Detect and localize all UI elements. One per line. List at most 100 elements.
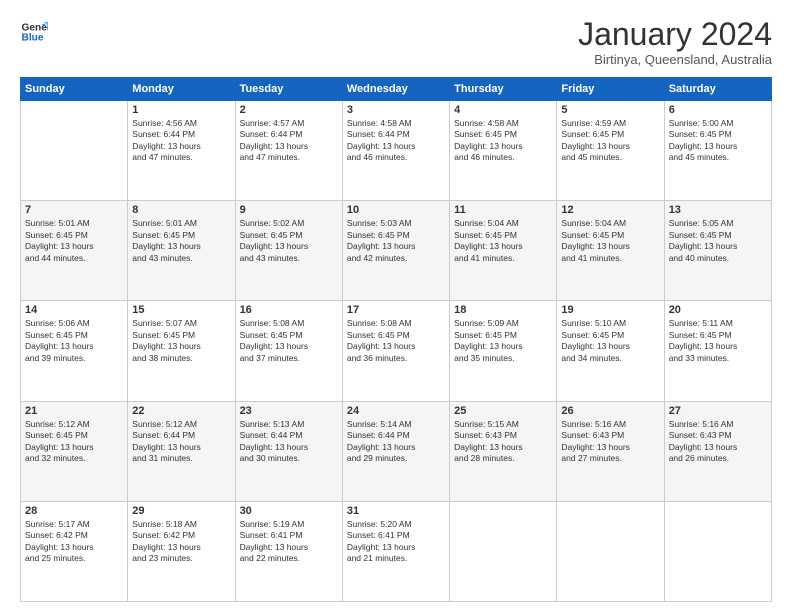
header: General Blue January 2024 Birtinya, Quee…	[20, 18, 772, 67]
table-row	[557, 501, 664, 601]
table-row: 13 Sunrise: 5:05 AM Sunset: 6:45 PM Dayli…	[664, 201, 771, 301]
day-number: 15	[132, 304, 230, 316]
day-info: Sunrise: 5:08 AM Sunset: 6:45 PM Dayligh…	[240, 318, 338, 364]
day-info: Sunrise: 5:09 AM Sunset: 6:45 PM Dayligh…	[454, 318, 552, 364]
day-number: 14	[25, 304, 123, 316]
day-number: 27	[669, 405, 767, 417]
location: Birtinya, Queensland, Australia	[578, 52, 772, 67]
table-row: 24 Sunrise: 5:14 AM Sunset: 6:44 PM Dayli…	[342, 401, 449, 501]
day-number: 17	[347, 304, 445, 316]
day-number: 5	[561, 104, 659, 116]
day-info: Sunrise: 5:20 AM Sunset: 6:41 PM Dayligh…	[347, 519, 445, 565]
col-tuesday: Tuesday	[235, 78, 342, 101]
table-row: 9 Sunrise: 5:02 AM Sunset: 6:45 PM Daylig…	[235, 201, 342, 301]
calendar-week-row: 14 Sunrise: 5:06 AM Sunset: 6:45 PM Dayli…	[21, 301, 772, 401]
day-info: Sunrise: 4:57 AM Sunset: 6:44 PM Dayligh…	[240, 118, 338, 164]
table-row: 10 Sunrise: 5:03 AM Sunset: 6:45 PM Dayli…	[342, 201, 449, 301]
day-number: 31	[347, 505, 445, 517]
day-number: 26	[561, 405, 659, 417]
day-number: 24	[347, 405, 445, 417]
day-info: Sunrise: 4:58 AM Sunset: 6:44 PM Dayligh…	[347, 118, 445, 164]
day-number: 6	[669, 104, 767, 116]
day-number: 25	[454, 405, 552, 417]
day-number: 21	[25, 405, 123, 417]
day-number: 1	[132, 104, 230, 116]
day-info: Sunrise: 5:19 AM Sunset: 6:41 PM Dayligh…	[240, 519, 338, 565]
day-info: Sunrise: 5:05 AM Sunset: 6:45 PM Dayligh…	[669, 218, 767, 264]
day-number: 16	[240, 304, 338, 316]
logo-icon: General Blue	[20, 18, 48, 46]
table-row: 20Sunrise: 5:11 AM Sunset: 6:45 PM Dayli…	[664, 301, 771, 401]
table-row: 4 Sunrise: 4:58 AM Sunset: 6:45 PM Daylig…	[450, 101, 557, 201]
table-row: 1 Sunrise: 4:56 AM Sunset: 6:44 PM Daylig…	[128, 101, 235, 201]
svg-text:Blue: Blue	[22, 33, 44, 44]
day-number: 9	[240, 204, 338, 216]
calendar-week-row: 28Sunrise: 5:17 AM Sunset: 6:42 PM Dayli…	[21, 501, 772, 601]
table-row: 6 Sunrise: 5:00 AM Sunset: 6:45 PM Daylig…	[664, 101, 771, 201]
day-info: Sunrise: 5:15 AM Sunset: 6:43 PM Dayligh…	[454, 419, 552, 465]
table-row	[450, 501, 557, 601]
day-number: 30	[240, 505, 338, 517]
table-row: 18 Sunrise: 5:09 AM Sunset: 6:45 PM Dayli…	[450, 301, 557, 401]
day-info: Sunrise: 5:07 AM Sunset: 6:45 PM Dayligh…	[132, 318, 230, 364]
table-row: 2Sunrise: 4:57 AM Sunset: 6:44 PM Daylig…	[235, 101, 342, 201]
title-block: January 2024 Birtinya, Queensland, Austr…	[578, 18, 772, 67]
day-info: Sunrise: 5:06 AM Sunset: 6:45 PM Dayligh…	[25, 318, 123, 364]
table-row: 8Sunrise: 5:01 AM Sunset: 6:45 PM Daylig…	[128, 201, 235, 301]
day-info: Sunrise: 5:10 AM Sunset: 6:45 PM Dayligh…	[561, 318, 659, 364]
table-row: 5 Sunrise: 4:59 AM Sunset: 6:45 PM Daylig…	[557, 101, 664, 201]
day-info: Sunrise: 5:01 AM Sunset: 6:45 PM Dayligh…	[25, 218, 123, 264]
table-row: 26 Sunrise: 5:16 AM Sunset: 6:43 PM Dayli…	[557, 401, 664, 501]
day-info: Sunrise: 5:16 AM Sunset: 6:43 PM Dayligh…	[669, 419, 767, 465]
table-row: 25 Sunrise: 5:15 AM Sunset: 6:43 PM Dayli…	[450, 401, 557, 501]
table-row: 31 Sunrise: 5:20 AM Sunset: 6:41 PM Dayli…	[342, 501, 449, 601]
day-info: Sunrise: 5:08 AM Sunset: 6:45 PM Dayligh…	[347, 318, 445, 364]
day-info: Sunrise: 5:13 AM Sunset: 6:44 PM Dayligh…	[240, 419, 338, 465]
table-row: 11Sunrise: 5:04 AM Sunset: 6:45 PM Dayli…	[450, 201, 557, 301]
table-row: 23Sunrise: 5:13 AM Sunset: 6:44 PM Dayli…	[235, 401, 342, 501]
day-info: Sunrise: 5:04 AM Sunset: 6:45 PM Dayligh…	[561, 218, 659, 264]
col-wednesday: Wednesday	[342, 78, 449, 101]
day-info: Sunrise: 5:00 AM Sunset: 6:45 PM Dayligh…	[669, 118, 767, 164]
day-number: 4	[454, 104, 552, 116]
day-number: 29	[132, 505, 230, 517]
day-info: Sunrise: 5:12 AM Sunset: 6:45 PM Dayligh…	[25, 419, 123, 465]
day-info: Sunrise: 5:18 AM Sunset: 6:42 PM Dayligh…	[132, 519, 230, 565]
day-number: 19	[561, 304, 659, 316]
day-info: Sunrise: 5:11 AM Sunset: 6:45 PM Dayligh…	[669, 318, 767, 364]
col-sunday: Sunday	[21, 78, 128, 101]
day-info: Sunrise: 5:04 AM Sunset: 6:45 PM Dayligh…	[454, 218, 552, 264]
day-number: 28	[25, 505, 123, 517]
day-info: Sunrise: 4:59 AM Sunset: 6:45 PM Dayligh…	[561, 118, 659, 164]
calendar-week-row: 1 Sunrise: 4:56 AM Sunset: 6:44 PM Daylig…	[21, 101, 772, 201]
table-row: 27 Sunrise: 5:16 AM Sunset: 6:43 PM Dayli…	[664, 401, 771, 501]
calendar-week-row: 21 Sunrise: 5:12 AM Sunset: 6:45 PM Dayli…	[21, 401, 772, 501]
col-friday: Friday	[557, 78, 664, 101]
col-saturday: Saturday	[664, 78, 771, 101]
day-number: 22	[132, 405, 230, 417]
day-number: 13	[669, 204, 767, 216]
month-year: January 2024	[578, 18, 772, 50]
calendar-table: Sunday Monday Tuesday Wednesday Thursday…	[20, 77, 772, 602]
day-number: 12	[561, 204, 659, 216]
table-row: 30 Sunrise: 5:19 AM Sunset: 6:41 PM Dayli…	[235, 501, 342, 601]
day-info: Sunrise: 4:58 AM Sunset: 6:45 PM Dayligh…	[454, 118, 552, 164]
col-thursday: Thursday	[450, 78, 557, 101]
day-number: 18	[454, 304, 552, 316]
day-info: Sunrise: 4:56 AM Sunset: 6:44 PM Dayligh…	[132, 118, 230, 164]
day-info: Sunrise: 5:01 AM Sunset: 6:45 PM Dayligh…	[132, 218, 230, 264]
table-row: 17 Sunrise: 5:08 AM Sunset: 6:45 PM Dayli…	[342, 301, 449, 401]
table-row: 16 Sunrise: 5:08 AM Sunset: 6:45 PM Dayli…	[235, 301, 342, 401]
day-info: Sunrise: 5:02 AM Sunset: 6:45 PM Dayligh…	[240, 218, 338, 264]
day-number: 10	[347, 204, 445, 216]
col-monday: Monday	[128, 78, 235, 101]
table-row: 29 Sunrise: 5:18 AM Sunset: 6:42 PM Dayli…	[128, 501, 235, 601]
day-info: Sunrise: 5:03 AM Sunset: 6:45 PM Dayligh…	[347, 218, 445, 264]
day-number: 3	[347, 104, 445, 116]
day-info: Sunrise: 5:16 AM Sunset: 6:43 PM Dayligh…	[561, 419, 659, 465]
table-row	[21, 101, 128, 201]
day-info: Sunrise: 5:14 AM Sunset: 6:44 PM Dayligh…	[347, 419, 445, 465]
calendar-header-row: Sunday Monday Tuesday Wednesday Thursday…	[21, 78, 772, 101]
day-number: 7	[25, 204, 123, 216]
table-row	[664, 501, 771, 601]
